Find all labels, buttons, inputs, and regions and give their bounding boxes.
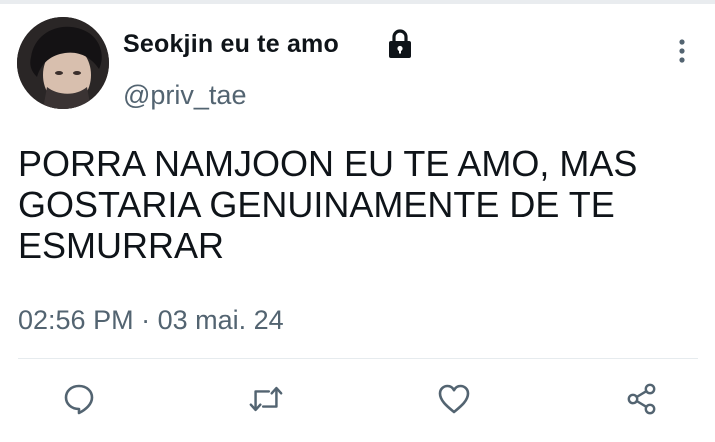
reply-button[interactable] xyxy=(61,381,97,417)
user-handle[interactable]: @priv_tae xyxy=(123,80,246,111)
tweet-date: 03 mai. 24 xyxy=(157,305,284,335)
comment-icon xyxy=(64,384,94,415)
like-button[interactable] xyxy=(436,381,472,417)
timestamp[interactable]: 02:56 PM · 03 mai. 24 xyxy=(18,305,284,336)
share-button[interactable] xyxy=(624,381,660,417)
share-icon xyxy=(627,383,656,415)
tweet-time: 02:56 PM xyxy=(18,305,134,335)
lock-icon xyxy=(389,29,411,58)
avatar-image xyxy=(17,17,109,109)
retweet-button[interactable] xyxy=(248,381,284,417)
avatar[interactable] xyxy=(17,17,109,109)
top-border xyxy=(0,0,715,4)
display-name[interactable]: Seokjin eu te amo xyxy=(123,30,339,59)
divider xyxy=(18,358,698,359)
vertical-ellipsis-icon[interactable] xyxy=(672,36,692,66)
timestamp-separator: · xyxy=(141,305,151,335)
tweet-text: PORRA NAMJOON EU TE AMO, MAS GOSTARIA GE… xyxy=(18,143,638,266)
retweet-icon xyxy=(249,386,283,412)
heart-icon xyxy=(438,384,470,414)
